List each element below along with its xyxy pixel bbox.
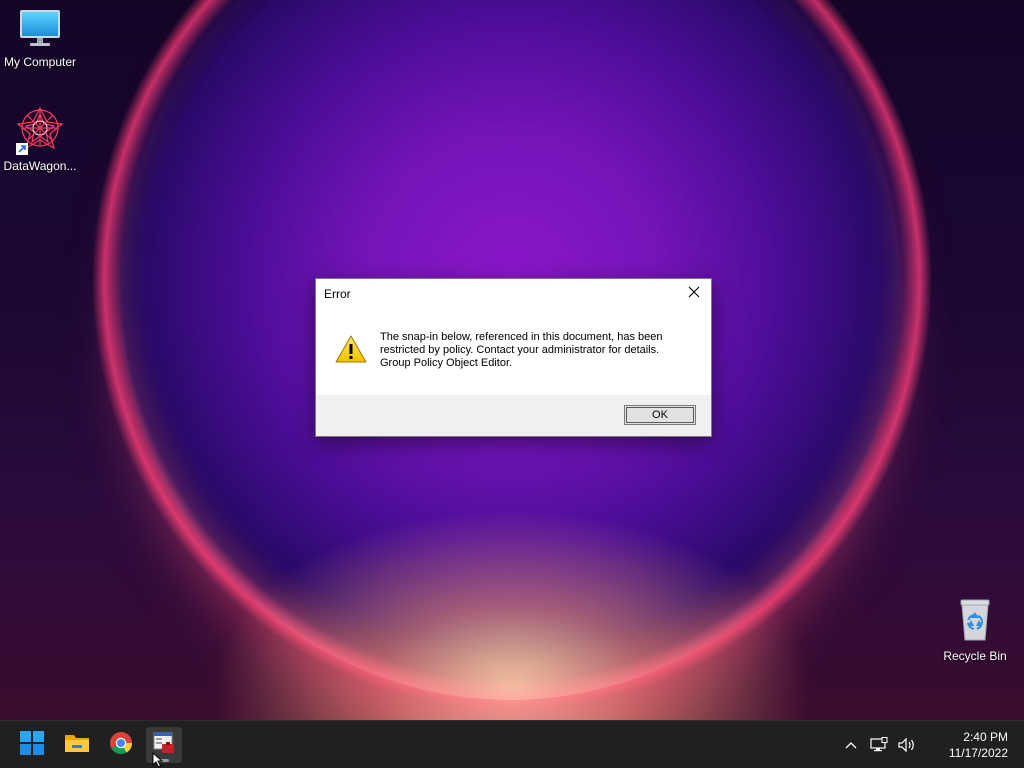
clock-time: 2:40 PM [963,730,1008,744]
clock[interactable]: 2:40 PM 11/17/2022 [930,729,1008,761]
recycle-bin-icon [955,599,995,645]
windows-start-icon [20,731,44,759]
shortcut-arrow-icon [16,143,28,155]
desktop-icon-label: My Computer [3,55,77,69]
network-icon[interactable] [868,734,890,756]
dialog-message: The snap-in below, referenced in this do… [380,331,663,370]
datawagon-icon [16,104,64,155]
ok-button[interactable]: OK [624,405,696,425]
dialog-body: The snap-in below, referenced in this do… [334,331,693,370]
volume-icon[interactable] [896,734,918,756]
error-dialog: Error The snap-in below, referenced in t… [315,278,712,437]
desktop-icon-my-computer[interactable]: My Computer [0,8,80,69]
warning-icon [334,334,370,366]
chevron-up-icon[interactable] [840,734,862,756]
monitor-icon [18,10,62,51]
close-icon [688,285,700,303]
dialog-message-line: The snap-in below, referenced in this do… [380,331,663,343]
start-button[interactable] [14,727,50,763]
dialog-message-line: Group Policy Object Editor. [380,357,513,369]
dialog-title: Error [324,287,351,301]
dialog-footer: OK [316,395,711,436]
close-button[interactable] [683,283,705,305]
chrome-icon [109,731,133,759]
desktop-icon-label: Recycle Bin [943,649,1007,663]
mouse-cursor-icon [152,751,164,772]
folder-icon [64,732,90,758]
desktop-icon-label: DataWagon... [3,159,77,173]
system-tray: 2:40 PM 11/17/2022 [840,721,1024,769]
desktop-background: My Computer DataWagon... Recycle Bin Err… [0,0,1024,720]
clock-date: 11/17/2022 [948,746,1008,760]
taskbar-file-explorer[interactable] [59,727,95,763]
desktop-icon-recycle-bin[interactable]: Recycle Bin [935,596,1015,663]
dialog-message-line: restricted by policy. Contact your admin… [380,344,660,356]
taskbar-chrome[interactable] [103,727,139,763]
desktop-icon-datawagon[interactable]: DataWagon... [0,104,80,173]
